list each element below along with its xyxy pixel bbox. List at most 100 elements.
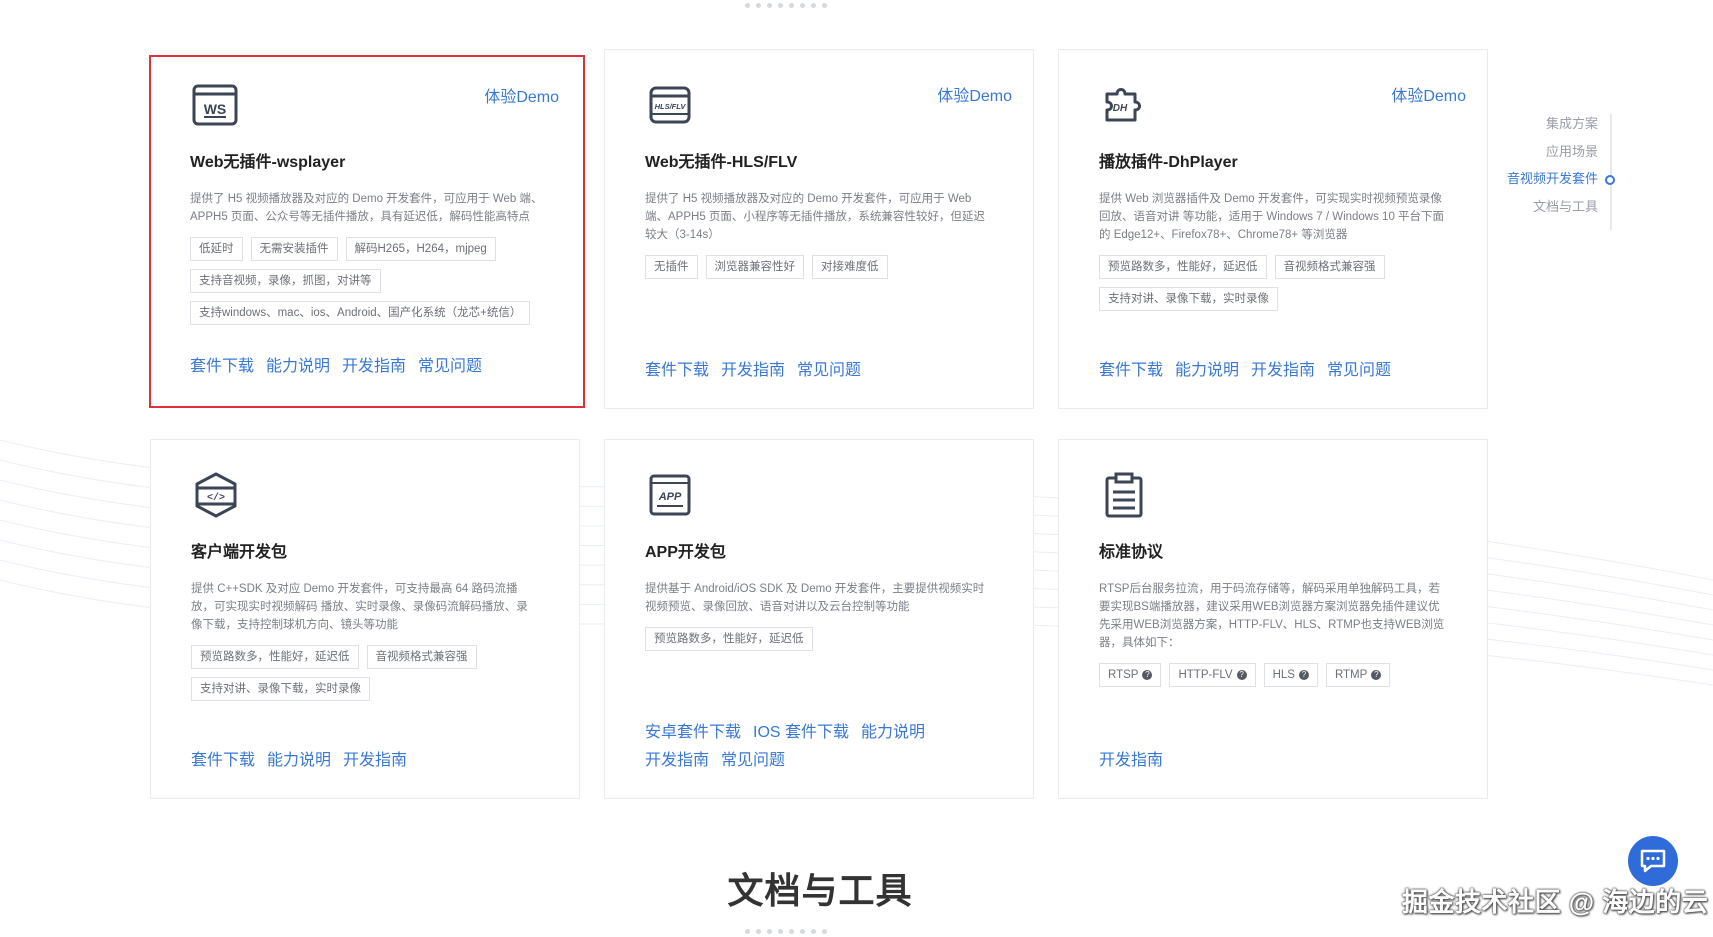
- faq-link[interactable]: 常见问题: [721, 746, 785, 770]
- demo-link[interactable]: 体验Demo: [1391, 82, 1466, 106]
- card-hls-flv[interactable]: HLS/FLV 体验Demo Web无插件-HLS/FLV 提供了 H5 视频播…: [604, 49, 1034, 409]
- download-link[interactable]: 套件下载: [645, 356, 709, 380]
- app-icon: APP: [649, 474, 691, 516]
- question-icon[interactable]: ?: [1142, 669, 1153, 680]
- carousel-dots-top: [745, 3, 827, 8]
- tag-list: 无插件 浏览器兼容性好 对接难度低: [645, 255, 993, 279]
- svg-text:APP: APP: [658, 491, 682, 503]
- download-link[interactable]: 套件下载: [190, 352, 254, 376]
- card-app-sdk[interactable]: APP APP开发包 提供基于 Android/iOS SDK 及 Demo 开…: [604, 439, 1034, 799]
- protocol-tag-hls[interactable]: HLS?: [1263, 663, 1318, 687]
- card-title: 标准协议: [1099, 544, 1164, 561]
- svg-text:DH: DH: [1113, 103, 1128, 114]
- watermark: 掘金技术社区 @ 海边的云: [1402, 887, 1709, 917]
- sdk-card-grid: WS 体验Demo Web无插件-wsplayer 提供了 H5 视频播放器及对…: [149, 49, 1490, 799]
- tag-label: HLS: [1272, 669, 1295, 681]
- tag: 浏览器兼容性好: [705, 255, 804, 279]
- question-icon[interactable]: ?: [1371, 669, 1382, 680]
- demo-link[interactable]: 体验Demo: [937, 82, 1012, 106]
- capability-link[interactable]: 能力说明: [267, 746, 331, 770]
- tag: 解码H265，H264，mjpeg: [345, 237, 496, 261]
- dev-guide-link[interactable]: 开发指南: [1099, 746, 1163, 770]
- question-icon[interactable]: ?: [1298, 669, 1309, 680]
- tag: 无需安装插件: [250, 237, 338, 261]
- tag: 支持对讲、录像下载，实时录像: [191, 677, 370, 701]
- android-download-link[interactable]: 安卓套件下载: [645, 718, 741, 742]
- tag-label: RTMP: [1334, 669, 1368, 681]
- card-client-sdk[interactable]: </> 客户端开发包 提供 C++SDK 及对应 Demo 开发套件，可支持最高…: [150, 439, 580, 799]
- demo-link[interactable]: 体验Demo: [484, 83, 559, 107]
- chat-button[interactable]: [1628, 836, 1678, 886]
- card-title: APP开发包: [645, 544, 726, 561]
- tag: 无插件: [645, 255, 698, 279]
- card-dhplayer[interactable]: DH 体验Demo 播放插件-DhPlayer 提供 Web 浏览器插件及 De…: [1058, 49, 1488, 409]
- download-link[interactable]: 套件下载: [1099, 356, 1163, 380]
- faq-link[interactable]: 常见问题: [1327, 356, 1391, 380]
- tag-list: 低延时 无需安装插件 解码H265，H264，mjpeg 支持音视频，录像，抓图…: [190, 237, 543, 325]
- tag: 低延时: [190, 237, 243, 261]
- plugin-dh-icon: DH: [1105, 88, 1141, 122]
- protocol-tag-rtmp[interactable]: RTMP?: [1325, 663, 1391, 687]
- tag-list: 预览路数多，性能好，延迟低: [645, 627, 993, 651]
- card-description: 提供 C++SDK 及对应 Demo 开发套件，可支持最高 64 路码流播放，可…: [191, 583, 528, 631]
- ios-download-link[interactable]: IOS 套件下载: [753, 718, 849, 742]
- tag-list: RTSP? HTTP-FLV? HLS? RTMP?: [1099, 663, 1447, 687]
- ws-icon: WS: [192, 84, 238, 126]
- card-description: 提供 Web 浏览器插件及 Demo 开发套件，可实现实时视频预览录像回放、语音…: [1099, 193, 1445, 241]
- tag: 支持对讲、录像下载，实时录像: [1099, 287, 1278, 311]
- question-icon[interactable]: ?: [1236, 669, 1247, 680]
- capability-link[interactable]: 能力说明: [861, 718, 925, 742]
- side-nav-item-scenarios[interactable]: 应用场景: [1500, 138, 1612, 166]
- card-wsplayer[interactable]: WS 体验Demo Web无插件-wsplayer 提供了 H5 视频播放器及对…: [149, 55, 585, 408]
- tag: 支持windows、mac、ios、Android、国产化系统（龙芯+统信）: [190, 301, 531, 325]
- faq-link[interactable]: 常见问题: [797, 356, 861, 380]
- card-title: Web无插件-HLS/FLV: [645, 154, 798, 171]
- tag: 音视频格式兼容强: [1274, 255, 1385, 279]
- tag: 预览路数多，性能好，延迟低: [191, 645, 359, 669]
- dev-guide-link[interactable]: 开发指南: [1251, 356, 1315, 380]
- capability-link[interactable]: 能力说明: [266, 352, 330, 376]
- card-title: Web无插件-wsplayer: [190, 154, 346, 171]
- card-title: 客户端开发包: [191, 544, 288, 561]
- card-description: 提供了 H5 视频播放器及对应的 Demo 开发套件，可应用于 Web 端、AP…: [190, 193, 543, 223]
- svg-text:WS: WS: [204, 101, 227, 117]
- download-link[interactable]: 套件下载: [191, 746, 255, 770]
- card-title: 播放插件-DhPlayer: [1099, 154, 1238, 171]
- tag: 音视频格式兼容强: [366, 645, 477, 669]
- card-links: 套件下载 开发指南 常见问题: [645, 356, 945, 380]
- card-links: 开发指南: [1099, 746, 1399, 770]
- tag: 支持音视频，录像，抓图，对讲等: [190, 269, 381, 293]
- capability-link[interactable]: 能力说明: [1175, 356, 1239, 380]
- svg-text:</>: </>: [207, 492, 225, 504]
- card-standard-protocol[interactable]: 标准协议 RTSP后台服务拉流，用于码流存储等，解码采用单独解码工具，若要实现B…: [1058, 439, 1488, 799]
- side-anchor-nav: 集成方案 应用场景 音视频开发套件 文档与工具: [1500, 110, 1615, 230]
- section-title: 文档与工具: [727, 870, 913, 911]
- side-nav-item-docs-tools[interactable]: 文档与工具: [1500, 193, 1612, 221]
- svg-text:HLS/FLV: HLS/FLV: [655, 102, 687, 111]
- card-description: 提供了 H5 视频播放器及对应的 Demo 开发套件，可应用于 Web 端、AP…: [645, 193, 985, 241]
- dev-guide-link[interactable]: 开发指南: [343, 746, 407, 770]
- tag-label: RTSP: [1108, 669, 1139, 681]
- card-description: RTSP后台服务拉流，用于码流存储等，解码采用单独解码工具，若要实现BS端播放器…: [1099, 583, 1445, 649]
- side-nav-item-solutions[interactable]: 集成方案: [1500, 110, 1612, 138]
- chat-icon: [1640, 849, 1666, 873]
- card-description: 提供基于 Android/iOS SDK 及 Demo 开发套件，主要提供视频实…: [645, 583, 985, 613]
- hls-flv-icon: HLS/FLV: [649, 86, 691, 124]
- protocol-tag-rtsp[interactable]: RTSP?: [1099, 663, 1162, 687]
- dev-guide-link[interactable]: 开发指南: [342, 352, 406, 376]
- card-links: 安卓套件下载 IOS 套件下载 能力说明 开发指南 常见问题: [645, 718, 945, 770]
- carousel-dots-bottom: [745, 929, 827, 934]
- faq-link[interactable]: 常见问题: [418, 352, 482, 376]
- card-links: 套件下载 能力说明 开发指南: [191, 746, 491, 770]
- dev-guide-link[interactable]: 开发指南: [645, 746, 709, 770]
- tag-list: 预览路数多，性能好，延迟低 音视频格式兼容强 支持对讲、录像下载，实时录像: [1099, 255, 1447, 311]
- protocol-tag-http-flv[interactable]: HTTP-FLV?: [1169, 663, 1256, 687]
- dev-guide-link[interactable]: 开发指南: [721, 356, 785, 380]
- side-nav-item-av-sdk[interactable]: 音视频开发套件: [1500, 165, 1615, 193]
- protocol-doc-icon: [1105, 472, 1143, 518]
- tag: 预览路数多，性能好，延迟低: [1099, 255, 1267, 279]
- tag-list: 预览路数多，性能好，延迟低 音视频格式兼容强 支持对讲、录像下载，实时录像: [191, 645, 539, 701]
- code-sdk-icon: </>: [195, 472, 237, 518]
- tag: 预览路数多，性能好，延迟低: [645, 627, 813, 651]
- card-links: 套件下载 能力说明 开发指南 常见问题: [190, 352, 490, 376]
